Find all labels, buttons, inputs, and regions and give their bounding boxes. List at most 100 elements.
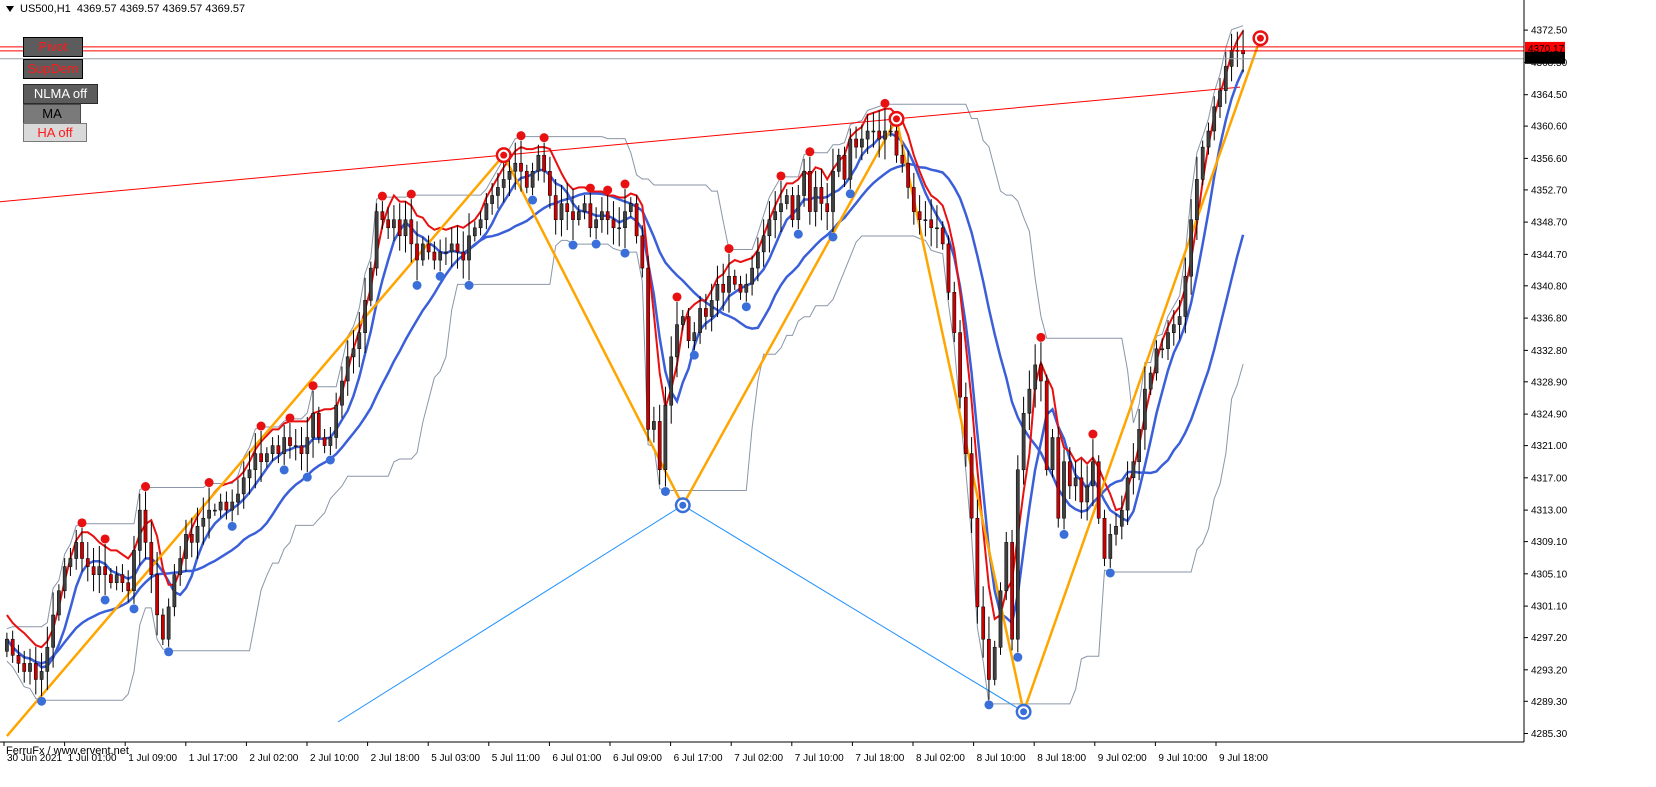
candle[interactable] [1200,140,1205,186]
dropdown-triangle-icon[interactable] [6,6,14,13]
candle[interactable] [1096,455,1101,524]
candle-body [842,154,847,180]
candle-body [432,251,437,261]
candle-body [403,219,408,237]
candle[interactable] [975,499,980,624]
candle-body [940,227,945,245]
candle-body [28,663,32,672]
candle-body [10,638,15,656]
candle-body [316,413,321,438]
candle[interactable] [958,320,962,409]
candle-body [1183,275,1188,317]
y-tick-label: 4285.30 [1531,729,1568,740]
candle-body [1067,461,1072,487]
candle-body [74,542,79,559]
candle-body [669,356,674,406]
candle-body [542,154,546,172]
candle-body [744,283,749,293]
trough-marker [129,604,139,614]
candle[interactable] [1044,374,1049,476]
peak-pivot-marker [1252,30,1269,47]
trough-marker [660,486,670,496]
trough-marker [1013,652,1023,662]
candle-body [51,614,55,648]
ma-button[interactable]: MA [23,104,81,124]
candle-body [813,187,818,212]
candle-body [455,243,460,253]
candle-body [1050,437,1055,471]
candle-body [1039,364,1043,382]
peak-marker [672,292,682,302]
x-tick-label: 6 Jul 01:00 [552,753,601,764]
candle-body [808,171,812,212]
candle-body [1131,461,1136,479]
candle[interactable] [946,235,951,300]
x-tick-label: 1 Jul 09:00 [128,753,177,764]
candle-body [871,130,876,133]
x-tick-label: 2 Jul 18:00 [371,753,420,764]
candle-body [39,671,44,680]
trough-marker [302,472,312,482]
candle-body [1102,517,1107,559]
candle-body [646,267,650,430]
candle-body [293,445,298,447]
candle[interactable] [1102,509,1107,567]
candle[interactable] [1015,455,1020,653]
candle-body [85,558,90,567]
candle-body [207,509,211,519]
trough-marker [279,465,289,475]
candle-body [57,590,61,616]
candle-body [894,130,899,156]
candle-body [409,219,414,245]
candle-body [213,509,217,512]
candle-body [721,283,726,293]
candle-body [969,453,974,519]
candle[interactable] [368,261,373,307]
candle-body [114,574,119,583]
candle-body [756,251,760,269]
candle-body [68,558,73,567]
candle[interactable] [1010,529,1014,651]
candle-body [392,219,396,229]
peak-pivot-dot [893,115,901,123]
candle-body [103,566,107,575]
candle-body [1125,477,1130,511]
candle-body [33,663,38,680]
trough-marker [741,302,751,312]
nlma-toggle-button[interactable]: NLMA off [23,84,98,104]
candle[interactable] [998,582,1003,655]
y-tick-label: 4289.30 [1531,697,1568,708]
candle-body [1218,90,1222,107]
candle-body [553,195,558,220]
candle-body [605,211,610,220]
trough-marker [793,229,803,239]
candle-body [998,590,1003,648]
candle-body [790,195,795,220]
candle-body [1137,429,1141,462]
candle[interactable] [374,203,379,276]
pivot-button[interactable]: Pivot [23,37,83,57]
candle-body [126,582,131,592]
candle-body [981,606,986,640]
supdem-button[interactable]: SupDem [23,59,83,79]
candle[interactable] [646,255,650,441]
candle[interactable] [992,640,997,686]
candle-body [62,566,67,592]
chart-header: US500,H1 4369.57 4369.57 4369.57 4369.57 [6,3,245,15]
candle-body [628,203,633,212]
candle-body [80,542,84,559]
candle[interactable] [1056,427,1061,528]
chart-canvas[interactable]: 4372.504368.504364.504360.604356.604352.… [0,0,1656,782]
candle-body [773,211,778,220]
ha-toggle-button[interactable]: HA off [23,123,87,142]
candle-body [1177,316,1182,325]
candle-body [420,243,425,261]
peak-marker [603,185,613,195]
candle-body [1015,469,1020,640]
peak-marker [308,381,318,391]
x-tick-label: 9 Jul 18:00 [1219,753,1268,764]
price-chart[interactable]: 4372.504368.504364.504360.604356.604352.… [0,0,1656,782]
y-tick-label: 4360.60 [1531,122,1568,133]
candle-body [761,235,766,253]
y-tick-label: 4372.50 [1531,26,1568,37]
